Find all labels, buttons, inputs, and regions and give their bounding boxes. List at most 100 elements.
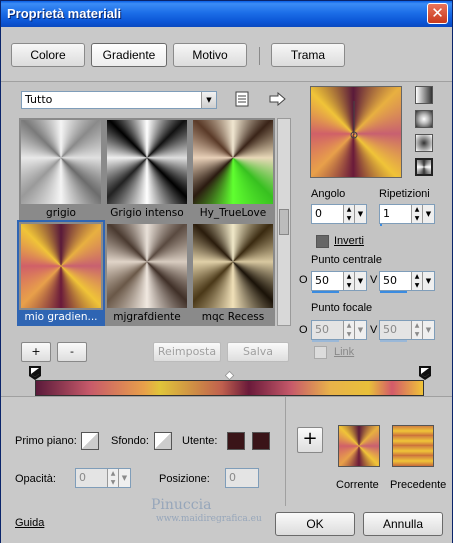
transparency-stop-end-icon[interactable] — [419, 366, 431, 380]
focal-v-label: V — [370, 324, 378, 336]
previous-material-preview[interactable] — [392, 425, 434, 467]
gradient-thumbnail — [21, 120, 101, 204]
position-value: 0 — [229, 471, 236, 484]
gradient-name: mjgrafdiente — [105, 310, 189, 324]
dropdown-arrow-icon[interactable]: ▼ — [354, 205, 366, 223]
center-o-label: O — [299, 274, 308, 286]
gradient-panel: Tutto ▼ grigio Grigio intenso Hy_TrueLov… — [1, 81, 452, 413]
gradient-thumbnail — [193, 120, 273, 204]
focal-vertical-slider[interactable] — [380, 340, 407, 342]
resource-manager-icon[interactable] — [235, 91, 249, 107]
position-field[interactable]: 0 — [225, 468, 259, 488]
dropdown-arrow-icon[interactable]: ▼ — [422, 321, 434, 339]
dropdown-arrow-icon: ▼ — [201, 92, 216, 108]
invert-checkbox[interactable] — [316, 235, 329, 248]
panel-divider — [285, 397, 286, 507]
center-horizontal-value: 50 — [315, 274, 329, 287]
scrollbar-thumb[interactable] — [279, 209, 289, 235]
angle-label: Angolo — [311, 188, 346, 200]
gradient-name: mio gradien... — [19, 310, 103, 324]
opacity-value: 0 — [79, 471, 86, 484]
center-vertical-slider[interactable] — [380, 291, 407, 293]
repeats-slider[interactable] — [380, 224, 382, 226]
user-label: Utente: — [182, 435, 218, 447]
spin-arrows-icon[interactable]: ▲ ▼ — [411, 321, 422, 339]
gradient-thumbnail — [107, 224, 187, 308]
gradient-editor-bar[interactable] — [35, 380, 424, 396]
gradient-thumbnail — [21, 224, 101, 308]
spin-arrows-icon[interactable]: ▲ ▼ — [411, 205, 422, 223]
opacity-label: Opacità: — [15, 473, 56, 485]
title-bar[interactable]: Proprietà materiali ✕ — [1, 1, 452, 27]
gradient-preview[interactable] — [310, 86, 402, 178]
radial-style-button[interactable] — [415, 134, 433, 152]
help-link[interactable]: Guida — [15, 517, 44, 529]
spin-arrows-icon[interactable]: ▲ ▼ — [343, 272, 354, 290]
rectangular-style-button[interactable] — [415, 110, 433, 128]
gradient-swatch-mjgrafdiente[interactable]: mjgrafdiente — [105, 222, 189, 324]
gradient-swatch-mqc-recess[interactable]: mqc Recess — [191, 222, 275, 324]
center-v-label: V — [370, 274, 378, 286]
tab-texture[interactable]: Trama — [271, 43, 345, 67]
focal-o-label: O — [299, 324, 308, 336]
spin-arrows-icon[interactable]: ▲ ▼ — [411, 272, 422, 290]
watermark-url: www.maidiregrafica.eu — [156, 514, 262, 524]
dropdown-arrow-icon[interactable]: ▼ — [118, 469, 130, 487]
spin-arrows-icon[interactable]: ▲ ▼ — [343, 205, 354, 223]
repeats-spinner[interactable]: 1 ▲ ▼ ▼ — [379, 204, 435, 226]
gradient-swatch-grigio[interactable]: grigio — [19, 118, 103, 220]
sunburst-style-button[interactable] — [415, 158, 433, 176]
transparency-stop-start-icon[interactable] — [29, 366, 41, 380]
center-horizontal-spinner[interactable]: 50 ▲ ▼ ▼ — [311, 271, 367, 293]
gradient-swatch-grigio-intenso[interactable]: Grigio intenso — [105, 118, 189, 220]
cancel-button[interactable]: Annulla — [363, 512, 443, 536]
add-to-swatches-button[interactable]: + — [297, 427, 323, 453]
spin-arrows-icon[interactable]: ▲ ▼ — [343, 321, 354, 339]
add-stop-button[interactable]: + — [21, 342, 51, 362]
dropdown-arrow-icon[interactable]: ▼ — [422, 205, 434, 223]
ok-button[interactable]: OK — [275, 512, 355, 536]
tab-color[interactable]: Colore — [11, 43, 85, 67]
tab-gradient[interactable]: Gradiente — [91, 43, 167, 67]
category-select[interactable]: Tutto ▼ — [21, 91, 217, 109]
gradient-thumbnail — [107, 120, 187, 204]
angle-spinner[interactable]: 0 ▲ ▼ ▼ — [311, 204, 367, 224]
transparency-midpoint-icon[interactable] — [224, 370, 235, 381]
remove-stop-button[interactable]: - — [57, 342, 87, 362]
gradient-grid: grigio Grigio intenso Hy_TrueLove mio gr… — [17, 118, 275, 326]
material-properties-window: Proprietà materiali ✕ Colore Gradiente M… — [0, 0, 453, 543]
focal-horizontal-spinner[interactable]: 50 ▲ ▼ ▼ — [311, 320, 367, 342]
opacity-spinner[interactable]: 0 ▲ ▼ ▼ — [75, 468, 131, 488]
focal-horizontal-value: 50 — [315, 323, 329, 336]
gallery-scrollbar[interactable] — [277, 118, 291, 326]
invert-label: Inverti — [334, 235, 364, 247]
linear-style-button[interactable] — [415, 86, 433, 104]
dropdown-arrow-icon[interactable]: ▼ — [354, 272, 366, 290]
dropdown-arrow-icon[interactable]: ▼ — [354, 321, 366, 339]
center-vertical-spinner[interactable]: 50 ▲ ▼ ▼ — [379, 271, 435, 293]
gradient-name: mqc Recess — [191, 310, 275, 324]
user-color-swatch[interactable] — [227, 432, 245, 450]
current-material-preview[interactable] — [338, 425, 380, 467]
background-swatch[interactable] — [154, 432, 172, 450]
tab-pattern[interactable]: Motivo — [173, 43, 247, 67]
tab-separator — [259, 47, 260, 65]
user-color-picker[interactable] — [252, 432, 270, 450]
reset-button[interactable]: Reimposta — [153, 342, 221, 362]
gradient-angle-handle-icon[interactable] — [311, 87, 403, 179]
dropdown-arrow-icon[interactable]: ▼ — [422, 272, 434, 290]
gradient-swatch-hy-truelove[interactable]: Hy_TrueLove — [191, 118, 275, 220]
gradient-swatch-mio-gradiente[interactable]: mio gradien... — [17, 220, 105, 326]
close-button[interactable]: ✕ — [427, 3, 448, 24]
focal-vertical-spinner[interactable]: 50 ▲ ▼ ▼ — [379, 320, 435, 342]
focal-horizontal-slider[interactable] — [312, 340, 339, 342]
arrow-right-icon[interactable] — [269, 92, 287, 106]
link-checkbox[interactable] — [314, 346, 327, 359]
foreground-swatch[interactable] — [81, 432, 99, 450]
focal-point-label: Punto focale — [311, 302, 373, 314]
spin-arrows-icon[interactable]: ▲ ▼ — [107, 469, 118, 487]
save-button[interactable]: Salva — [227, 342, 289, 362]
background-label: Sfondo: — [111, 435, 149, 447]
previous-label: Precedente — [390, 479, 447, 491]
center-horizontal-slider[interactable] — [312, 291, 339, 293]
